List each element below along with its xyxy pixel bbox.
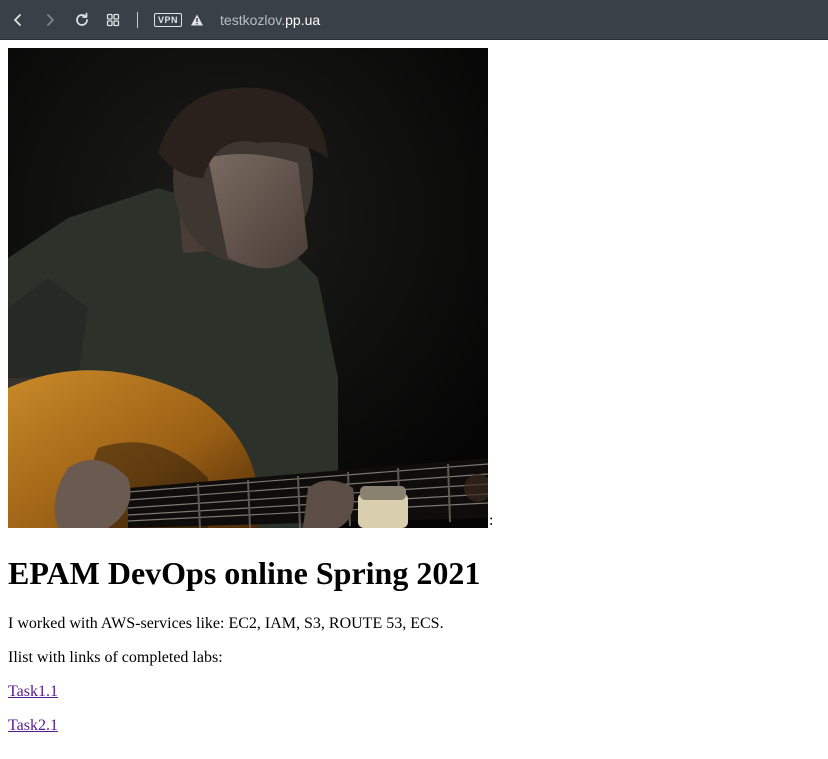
browser-toolbar: VPN testkozlov.pp.ua	[0, 0, 828, 40]
aws-services-text: I worked with AWS-services like: EC2, IA…	[8, 615, 444, 632]
link-item: Task2.1	[8, 717, 820, 735]
photo-separator: :	[489, 512, 494, 529]
link-item: Task1.1	[8, 683, 820, 701]
forward-icon	[47, 13, 54, 26]
task-2-1-link[interactable]: Task2.1	[8, 717, 58, 734]
back-button[interactable]	[6, 8, 30, 32]
forward-button[interactable]	[38, 8, 62, 32]
toolbar-divider	[137, 11, 138, 28]
vpn-badge[interactable]: VPN	[154, 12, 183, 27]
task-1-1-link[interactable]: Task1.1	[8, 683, 58, 700]
back-icon	[14, 13, 21, 26]
profile-photo	[8, 48, 488, 528]
tabs-grid-icon	[106, 13, 120, 26]
labs-intro-text: Ilist with links of completed labs:	[8, 649, 223, 666]
photo-row: :	[8, 48, 820, 529]
page-content: : EPAM DevOps online Spring 2021 I worke…	[0, 40, 828, 759]
page-title: EPAM DevOps online Spring 2021	[8, 555, 481, 591]
warning-icon[interactable]	[190, 13, 204, 27]
url-host: pp.ua	[285, 11, 321, 28]
url-prefix: testkozlov.	[220, 11, 286, 28]
reload-icon	[76, 12, 88, 26]
tabs-grid-button[interactable]	[101, 8, 125, 32]
address-bar[interactable]: testkozlov.pp.ua	[220, 12, 320, 28]
reload-button[interactable]	[70, 8, 94, 32]
